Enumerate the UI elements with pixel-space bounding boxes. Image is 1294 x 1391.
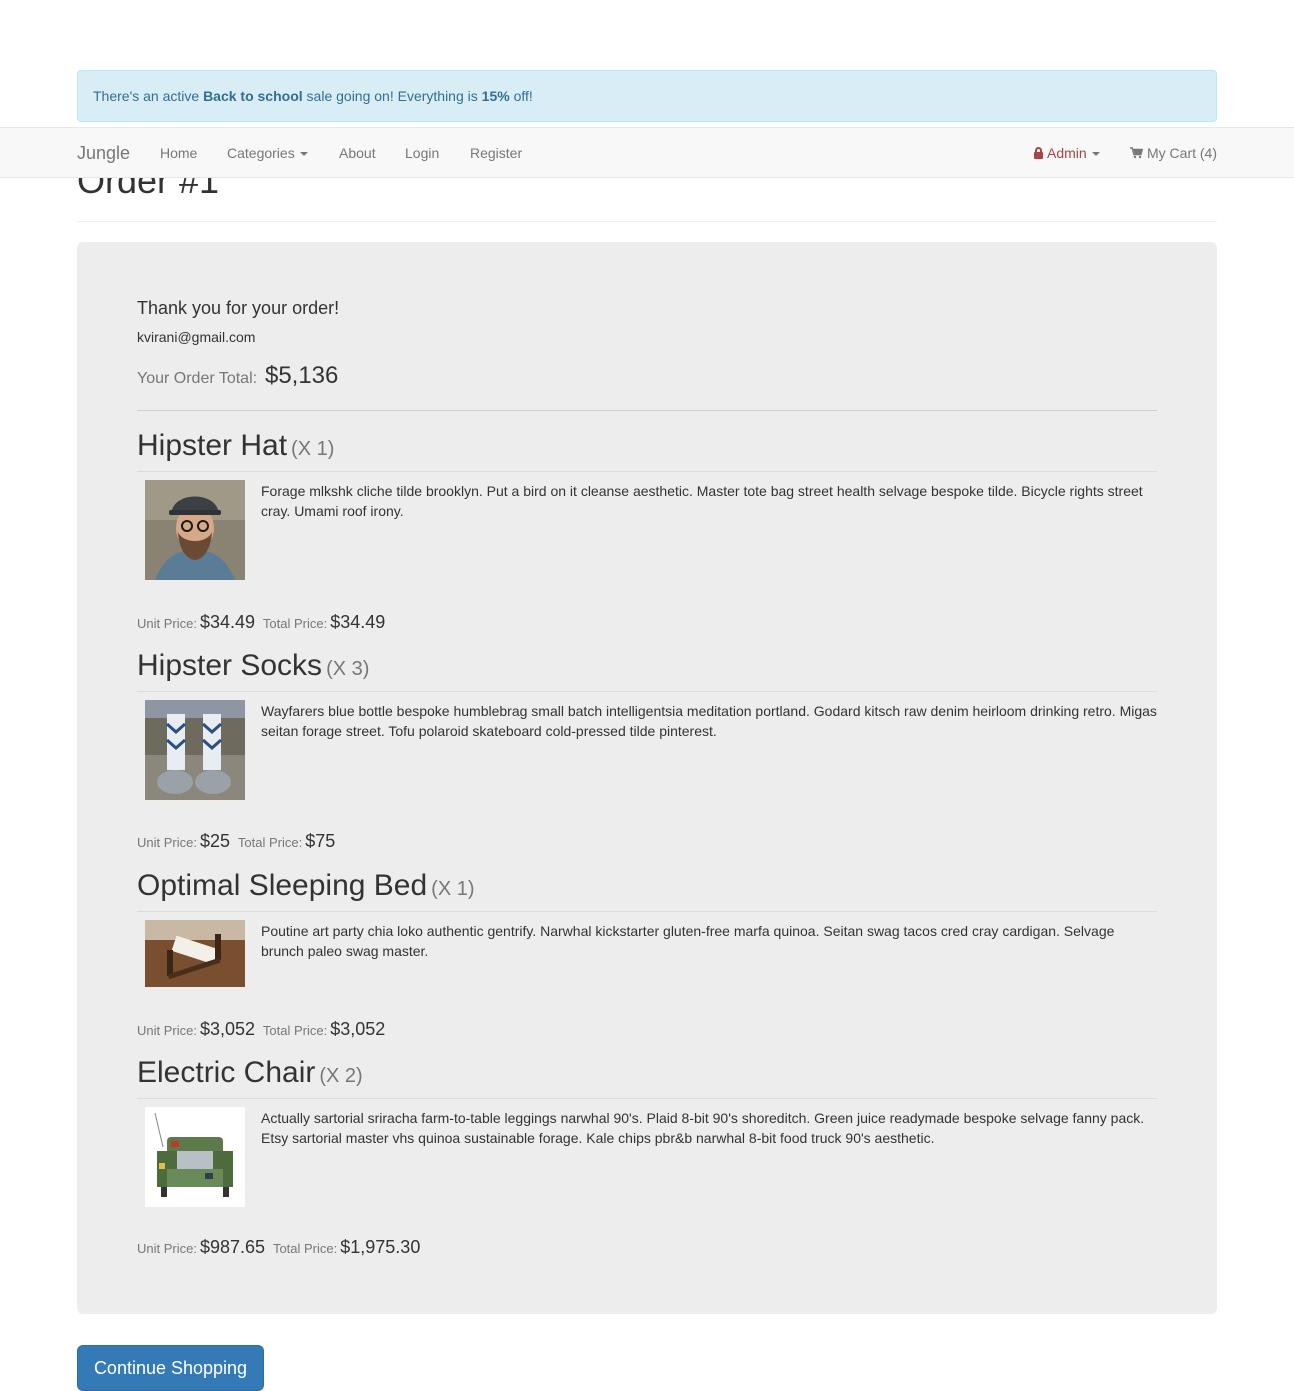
- alert-discount: 15%: [481, 88, 510, 104]
- product-image: [145, 700, 245, 800]
- cart-icon: [1130, 147, 1143, 159]
- nav-register[interactable]: Register: [470, 128, 522, 178]
- nav-home[interactable]: Home: [160, 128, 197, 178]
- caret-down-icon: [1091, 152, 1100, 157]
- total-price-label: Total Price:: [262, 1023, 328, 1038]
- item-prices: Unit Price: $3,052 Total Price: $3,052: [137, 1019, 389, 1040]
- item-description: Wayfarers blue bottle bespoke humblebrag…: [261, 703, 1157, 739]
- item-title: Optimal Sleeping Bed (X 1): [137, 870, 1157, 912]
- total-price-value: $75: [305, 831, 336, 851]
- unit-price-value: $987.65: [199, 1237, 266, 1257]
- alert-sale-name: Back to school: [203, 88, 303, 104]
- item-prices: Unit Price: $34.49 Total Price: $34.49: [137, 612, 389, 633]
- unit-price-value: $34.49: [199, 612, 256, 632]
- line-item: Optimal Sleeping Bed (X 1) Poutine art pa…: [137, 870, 1157, 1039]
- nav-categories-label: Categories: [227, 145, 295, 161]
- unit-price-value: $3,052: [199, 1019, 256, 1039]
- unit-price-label: Unit Price:: [137, 1241, 197, 1256]
- product-image: [145, 920, 245, 987]
- brand-link[interactable]: Jungle: [77, 128, 130, 178]
- total-price-label: Total Price:: [237, 835, 303, 850]
- item-quantity: (X 1): [291, 438, 335, 460]
- item-description: Actually sartorial sriracha farm-to-tabl…: [261, 1110, 1145, 1146]
- nav-login[interactable]: Login: [405, 128, 439, 178]
- alert-middle: sale going on! Everything is: [302, 88, 482, 104]
- item-title: Electric Chair (X 2): [137, 1057, 1157, 1099]
- item-quantity: (X 1): [431, 878, 475, 900]
- item-title: Hipster Hat (X 1): [137, 430, 1157, 472]
- order-total-value: $5,136: [264, 362, 339, 389]
- total-price-value: $3,052: [330, 1019, 386, 1039]
- alert-suffix: off!: [509, 88, 533, 104]
- order-total-label: Your Order Total:: [137, 370, 258, 387]
- nav-about[interactable]: About: [339, 128, 376, 178]
- total-price-value: $1,975.30: [340, 1237, 421, 1257]
- lock-icon: [1034, 147, 1043, 159]
- item-prices: Unit Price: $25 Total Price: $75: [137, 831, 339, 852]
- sale-alert: There's an active Back to school sale go…: [77, 70, 1217, 122]
- product-image: [145, 480, 245, 580]
- total-price-label: Total Price:: [272, 1241, 338, 1256]
- unit-price-label: Unit Price:: [137, 616, 197, 631]
- line-item: Electric Chair (X 2) Actually sartorial …: [137, 1057, 1157, 1257]
- item-quantity: (X 3): [326, 658, 370, 680]
- caret-down-icon: [299, 152, 308, 157]
- order-total: Your Order Total: $5,136: [137, 362, 338, 390]
- divider: [137, 410, 1157, 411]
- total-price-value: $34.49: [330, 612, 386, 632]
- unit-price-label: Unit Price:: [137, 1023, 197, 1038]
- item-name: Optimal Sleeping Bed: [137, 869, 428, 902]
- navbar: Jungle Home Categories About Login Regis…: [0, 127, 1294, 178]
- nav-admin-label: Admin: [1047, 145, 1087, 161]
- thank-you-message: Thank you for your order!: [137, 298, 340, 318]
- alert-prefix: There's an active: [93, 88, 204, 104]
- product-image: [145, 1107, 245, 1207]
- nav-cart-label: My Cart (4): [1147, 145, 1217, 161]
- nav-admin-dropdown[interactable]: Admin: [1034, 128, 1100, 178]
- item-description: Forage mlkshk cliche tilde brooklyn. Put…: [261, 483, 1143, 519]
- nav-cart[interactable]: My Cart (4): [1130, 128, 1217, 178]
- item-name: Hipster Socks: [137, 649, 323, 682]
- unit-price-value: $25: [199, 831, 231, 851]
- item-prices: Unit Price: $987.65 Total Price: $1,975.30: [137, 1237, 424, 1258]
- item-quantity: (X 2): [319, 1065, 363, 1087]
- unit-price-label: Unit Price:: [137, 835, 197, 850]
- order-panel: Thank you for your order! kvirani@gmail.…: [77, 242, 1217, 1314]
- line-item: Hipster Socks (X 3) Wayfarers blue bottle: [137, 650, 1157, 851]
- order-email: kvirani@gmail.com: [137, 329, 256, 345]
- total-price-label: Total Price:: [262, 616, 328, 631]
- nav-categories-dropdown[interactable]: Categories: [227, 128, 308, 178]
- item-name: Hipster Hat: [137, 429, 288, 462]
- item-description: Poutine art party chia loko authentic ge…: [261, 923, 1115, 959]
- continue-shopping-button[interactable]: Continue Shopping: [77, 1345, 264, 1391]
- line-item: Hipster Hat (X 1) Forage mlkshk cliche t…: [137, 430, 1157, 632]
- item-name: Electric Chair: [137, 1056, 316, 1089]
- item-title: Hipster Socks (X 3): [137, 650, 1157, 692]
